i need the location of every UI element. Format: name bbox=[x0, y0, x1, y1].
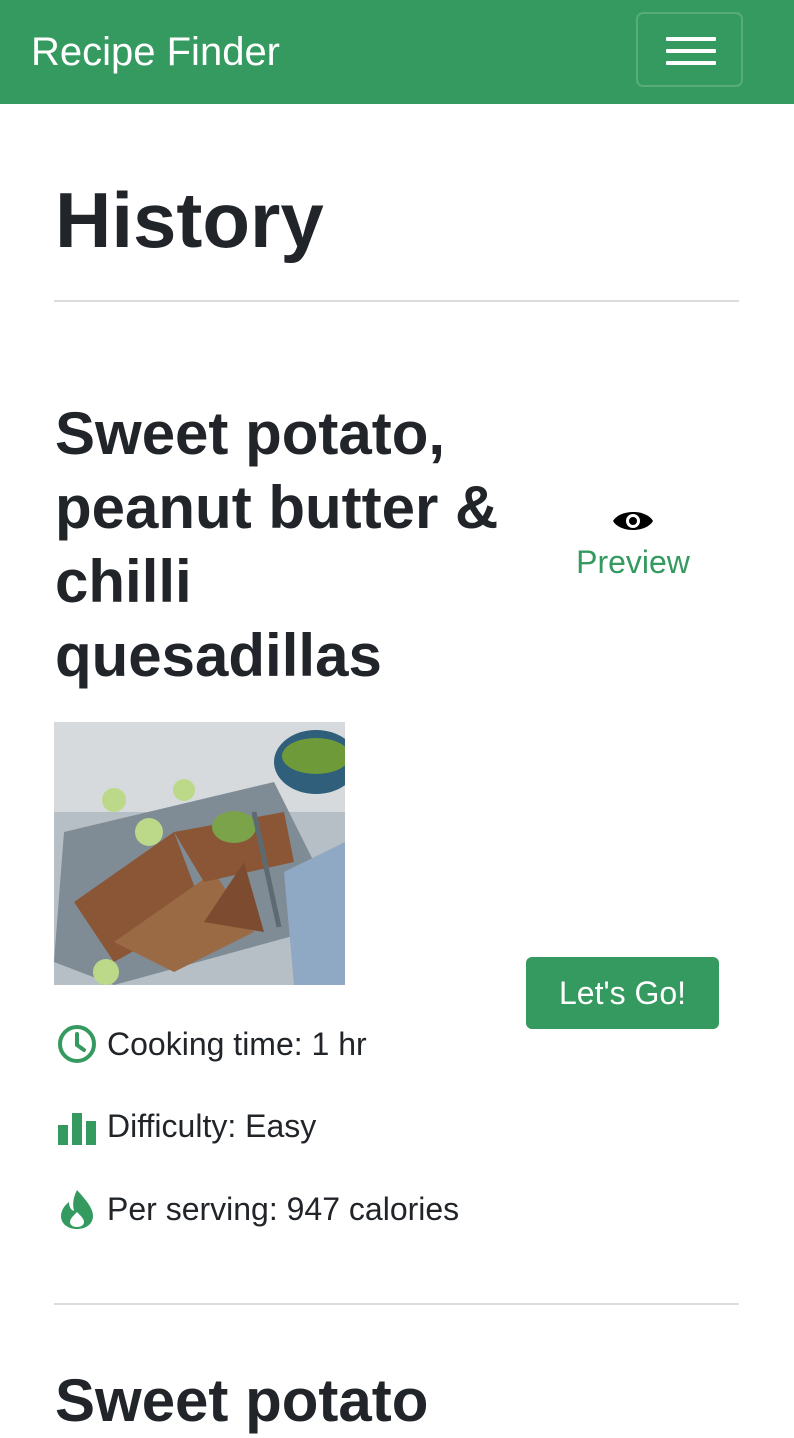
title-divider bbox=[54, 300, 739, 302]
flame-icon bbox=[61, 1190, 93, 1229]
recipe-image bbox=[54, 722, 345, 985]
eye-icon bbox=[613, 512, 653, 530]
brand-link[interactable]: Recipe Finder bbox=[31, 26, 280, 78]
cooking-time-row: Cooking time: 1 hr bbox=[56, 1022, 367, 1066]
preview-label: Preview bbox=[576, 544, 690, 580]
difficulty: Difficulty: Easy bbox=[107, 1108, 317, 1144]
menu-toggle-button[interactable] bbox=[636, 12, 743, 87]
calories: Per serving: 947 calories bbox=[107, 1191, 460, 1227]
page-title: History bbox=[55, 176, 324, 264]
preview-link[interactable]: Preview bbox=[566, 506, 700, 582]
lets-go-button[interactable]: Let's Go! bbox=[526, 957, 719, 1029]
navbar: Recipe Finder bbox=[0, 0, 794, 104]
recipe-divider bbox=[54, 1303, 739, 1305]
difficulty-row: Difficulty: Easy bbox=[56, 1104, 316, 1148]
difficulty-bars-icon bbox=[58, 1113, 96, 1145]
clock-icon bbox=[58, 1025, 96, 1063]
recipe-title-next: Sweet potato bbox=[55, 1367, 429, 1434]
calories-row: Per serving: 947 calories bbox=[56, 1187, 459, 1231]
recipe-title: Sweet potato, peanut butter & chilli que… bbox=[55, 400, 499, 689]
cooking-time: Cooking time: 1 hr bbox=[107, 1026, 367, 1062]
